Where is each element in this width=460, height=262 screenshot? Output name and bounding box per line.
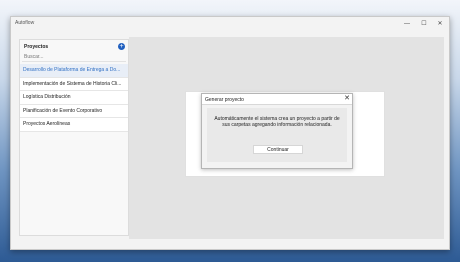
projects-sidebar: Proyectos + Desarrollo de Plataforma de … (19, 39, 129, 236)
list-item-label: Desarrollo de Plataforma de Entrega a Do… (23, 67, 121, 73)
list-item[interactable]: Logística Distribución (20, 91, 128, 105)
list-item[interactable]: Planificación de Evento Corporativo (20, 104, 128, 118)
title-bar: Autoflow — ☐ ✕ (11, 17, 449, 31)
dialog-message: Automáticamente el sistema crea un proye… (214, 116, 340, 128)
projects-list: Desarrollo de Plataforma de Entrega a Do… (20, 64, 128, 132)
dialog-header: Generar proyecto ✕ (202, 94, 352, 105)
generate-project-dialog: Generar proyecto ✕ Automáticamente el si… (201, 93, 353, 169)
app-window: Autoflow — ☐ ✕ Proyectos + Desarrollo de… (10, 16, 450, 250)
sidebar-header: Proyectos + (20, 40, 128, 52)
list-item-label: Proyectos Aerolíneas (23, 121, 71, 127)
close-icon[interactable]: ✕ (344, 95, 350, 103)
close-window-button[interactable]: ✕ (432, 17, 448, 31)
add-project-button[interactable]: + (118, 43, 125, 50)
search-input[interactable] (22, 53, 126, 62)
continue-button[interactable]: Continuar (253, 145, 303, 154)
dialog-body: Automáticamente el sistema crea un proye… (207, 108, 347, 162)
sidebar-title: Proyectos (24, 44, 49, 50)
main-content-area: Generar proyecto ✕ Automáticamente el si… (129, 37, 444, 239)
dialog-title: Generar proyecto (205, 97, 244, 103)
list-item-label: Implementación de Sistema de Historia Cl… (23, 80, 122, 87)
maximize-button[interactable]: ☐ (416, 17, 432, 31)
list-item[interactable]: Proyectos Aerolíneas (20, 118, 128, 132)
list-item-label: Logística Distribución (23, 94, 71, 100)
list-item[interactable]: Desarrollo de Plataforma de Entrega a Do… (20, 64, 128, 78)
list-item-label: Planificación de Evento Corporativo (23, 107, 103, 114)
minimize-button[interactable]: — (399, 17, 415, 31)
plus-icon: + (119, 43, 124, 50)
app-title: Autoflow (15, 20, 35, 26)
list-item[interactable]: Implementación de Sistema de Historia Cl… (20, 77, 128, 91)
